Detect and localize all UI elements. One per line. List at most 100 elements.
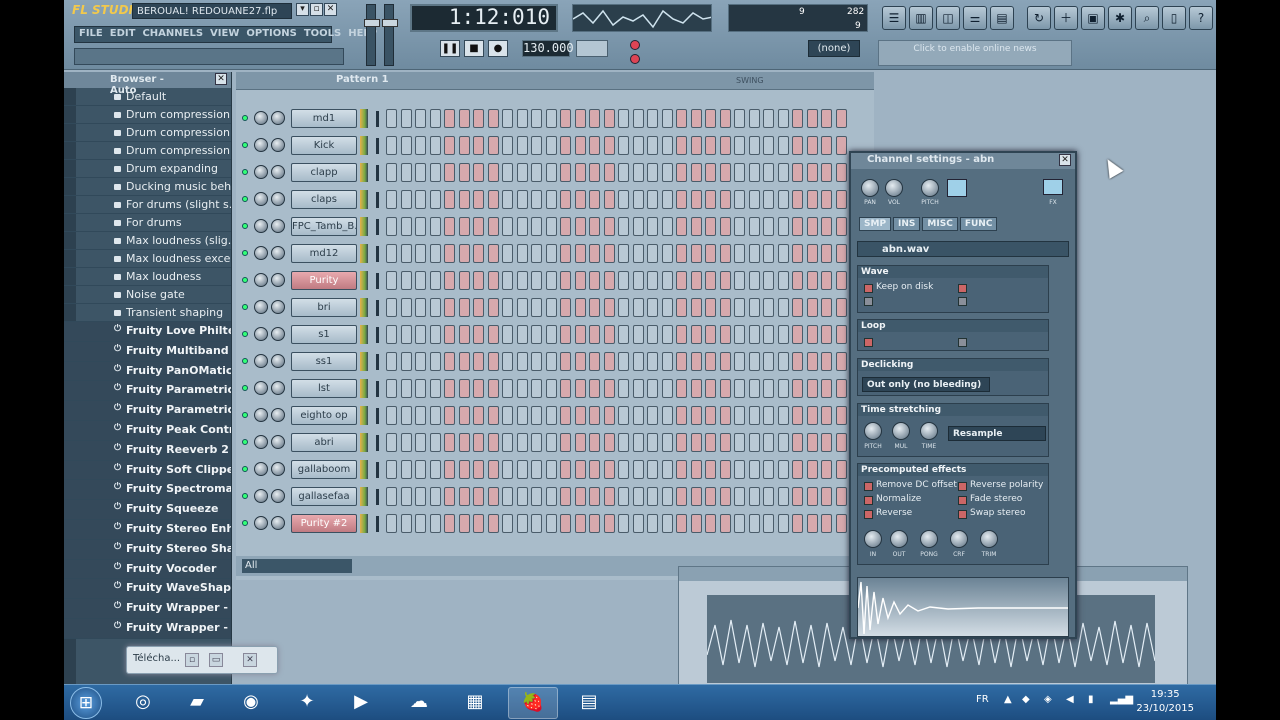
step-button[interactable] [705, 163, 716, 182]
step-button[interactable] [574, 379, 586, 398]
crf-knob[interactable] [950, 530, 968, 548]
step-button[interactable] [748, 487, 760, 506]
step-button[interactable] [415, 325, 426, 344]
step-button[interactable] [719, 217, 731, 236]
volume-knob[interactable] [885, 179, 903, 197]
step-button[interactable] [502, 433, 513, 452]
step-button[interactable] [531, 379, 542, 398]
step-button[interactable] [835, 514, 847, 533]
step-button[interactable] [560, 109, 571, 128]
channel-mute-led[interactable] [242, 331, 248, 337]
browser-plugin-item[interactable]: Fruity Spectroman [64, 480, 231, 501]
step-button[interactable] [531, 325, 542, 344]
step-button[interactable] [763, 325, 774, 344]
step-button[interactable] [415, 433, 426, 452]
step-button[interactable] [806, 379, 818, 398]
channel-volume-knob[interactable] [271, 192, 285, 206]
step-button[interactable] [806, 136, 818, 155]
step-button[interactable] [777, 433, 789, 452]
step-button[interactable] [676, 136, 687, 155]
step-button[interactable] [618, 163, 629, 182]
pattern-selector[interactable] [576, 40, 608, 57]
step-button[interactable] [661, 271, 673, 290]
step-button[interactable] [661, 379, 673, 398]
step-button[interactable] [473, 325, 484, 344]
channel-pan-knob[interactable] [254, 381, 268, 395]
step-button[interactable] [603, 163, 615, 182]
channel-select-grip[interactable] [376, 192, 379, 208]
step-button[interactable] [618, 352, 629, 371]
step-button[interactable] [545, 190, 557, 209]
step-button[interactable] [415, 460, 426, 479]
step-button[interactable] [574, 136, 586, 155]
channel-mute-led[interactable] [242, 223, 248, 229]
browser-plugin-item[interactable]: Fruity Reeverb 2 [64, 440, 231, 461]
step-button[interactable] [415, 163, 426, 182]
master-volume-slider[interactable] [364, 4, 380, 66]
step-button[interactable] [444, 352, 455, 371]
step-button[interactable] [545, 244, 557, 263]
master-pitch-slider[interactable] [382, 4, 398, 66]
channel-pan-knob[interactable] [254, 408, 268, 422]
step-button[interactable] [400, 109, 412, 128]
step-button[interactable] [647, 487, 658, 506]
step-button[interactable] [458, 271, 470, 290]
step-button[interactable] [632, 136, 644, 155]
step-button[interactable] [386, 433, 397, 452]
step-button[interactable] [835, 109, 847, 128]
step-button[interactable] [719, 487, 731, 506]
step-button[interactable] [632, 163, 644, 182]
step-button[interactable] [806, 271, 818, 290]
step-button[interactable] [429, 514, 441, 533]
step-button[interactable] [386, 406, 397, 425]
step-button[interactable] [618, 379, 629, 398]
step-button[interactable] [386, 136, 397, 155]
channel-pan-knob[interactable] [254, 165, 268, 179]
channel-pan-knob[interactable] [254, 219, 268, 233]
step-button[interactable] [429, 352, 441, 371]
channel-name-button[interactable]: Purity [291, 271, 357, 290]
step-button[interactable] [487, 217, 499, 236]
step-button[interactable] [560, 136, 571, 155]
browser-plugin-item[interactable]: Fruity WaveShaper [64, 579, 231, 600]
step-button[interactable] [763, 406, 774, 425]
step-button[interactable] [502, 271, 513, 290]
channel-name-button[interactable]: md12 [291, 244, 357, 263]
step-button[interactable] [487, 487, 499, 506]
step-button[interactable] [705, 298, 716, 317]
channel-select-grip[interactable] [376, 138, 379, 154]
step-button[interactable] [444, 460, 455, 479]
step-button[interactable] [835, 244, 847, 263]
channel-select-grip[interactable] [376, 462, 379, 478]
wave-option-checkbox[interactable] [864, 297, 873, 306]
channel-volume-knob[interactable] [271, 489, 285, 503]
step-button[interactable] [415, 136, 426, 155]
step-button[interactable] [545, 514, 557, 533]
power-icon[interactable]: ▮ [1088, 694, 1094, 705]
step-button[interactable] [821, 190, 832, 209]
channel-pan-knob[interactable] [254, 111, 268, 125]
step-button[interactable] [676, 379, 687, 398]
channel-pan-knob[interactable] [254, 192, 268, 206]
step-button[interactable] [777, 298, 789, 317]
menu-item-options[interactable]: OPTIONS [246, 28, 296, 41]
piano-roll-icon[interactable]: ▥ [909, 6, 933, 30]
channel-name-button[interactable]: FPC_Tamb_B... [291, 217, 357, 236]
undo-icon[interactable]: ↻ [1027, 6, 1051, 30]
step-button[interactable] [763, 352, 774, 371]
step-button[interactable] [487, 244, 499, 263]
step-button[interactable] [748, 217, 760, 236]
channel-mute-led[interactable] [242, 277, 248, 283]
out-knob[interactable] [890, 530, 908, 548]
step-button[interactable] [545, 487, 557, 506]
browser-plugin-item[interactable]: Fruity Stereo Enha... [64, 519, 231, 540]
step-button[interactable] [444, 379, 455, 398]
step-button[interactable] [806, 352, 818, 371]
step-button[interactable] [603, 352, 615, 371]
step-button[interactable] [603, 298, 615, 317]
step-button[interactable] [589, 136, 600, 155]
step-button[interactable] [589, 190, 600, 209]
step-button[interactable] [806, 298, 818, 317]
step-button[interactable] [574, 406, 586, 425]
channel-mute-led[interactable] [242, 412, 248, 418]
